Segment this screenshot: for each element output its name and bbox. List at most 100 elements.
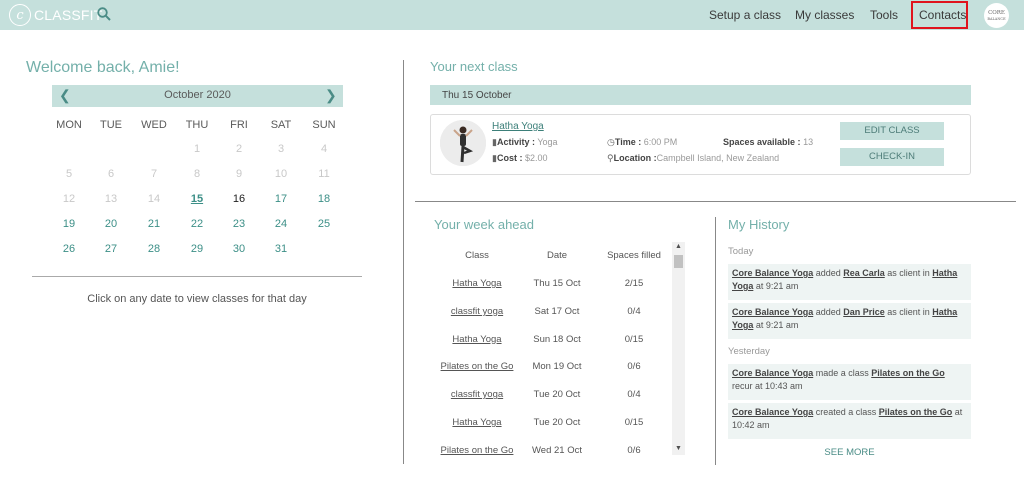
edit-class-button[interactable]: EDIT CLASS	[840, 122, 944, 140]
calendar-day[interactable]: 29	[177, 243, 217, 255]
next-class-date: Thu 15 October	[442, 90, 512, 101]
location-label: Location :	[613, 153, 657, 163]
scrollbar[interactable]	[672, 242, 685, 455]
calendar-day[interactable]: 23	[219, 218, 259, 230]
logo-icon: c	[9, 4, 31, 26]
calendar-day[interactable]: 28	[134, 243, 174, 255]
avatar[interactable]: CORE BALANCE	[984, 3, 1009, 28]
history-item: Core Balance Yoga added Dan Price as cli…	[728, 303, 971, 339]
history-object-link[interactable]: Dan Price	[843, 307, 885, 317]
nav-tools[interactable]: Tools	[870, 8, 898, 22]
time-meta: ◷Time : 6:00 PM	[607, 137, 677, 148]
week-class-link[interactable]: Pilates on the Go	[432, 445, 522, 456]
location-meta: ⚲Location :Campbell Island, New Zealand	[607, 153, 779, 164]
week-ahead-title: Your week ahead	[434, 217, 534, 232]
calendar-day[interactable]: 26	[49, 243, 89, 255]
see-more-link[interactable]: SEE MORE	[728, 447, 971, 458]
calendar-day: 14	[147, 193, 161, 205]
scroll-up-icon[interactable]: ▲	[672, 243, 685, 250]
history-actor-link[interactable]: Core Balance Yoga	[732, 307, 813, 317]
calendar-day[interactable]: 18	[304, 193, 344, 205]
week-spaces: 0/4	[627, 305, 641, 317]
history-object-link[interactable]: Pilates on the Go	[871, 368, 945, 378]
next-class-date-bar: Thu 15 October	[430, 85, 971, 105]
calendar-dow-sun: SUN	[312, 119, 336, 131]
chevron-right-icon[interactable]: ❯	[325, 87, 337, 104]
week-spaces: 0/6	[627, 361, 641, 373]
history-text: recur at 10:43 am	[732, 381, 803, 391]
week-spaces: 0/15	[624, 417, 644, 428]
history-item: Core Balance Yoga created a class Pilate…	[728, 403, 971, 439]
spaces-label: Spaces available :	[723, 137, 801, 147]
calendar-day[interactable]: 21	[134, 218, 174, 230]
top-bar: c CLASSFIT Setup a class My classes Tool…	[0, 0, 1024, 30]
scrollbar-thumb[interactable]	[674, 255, 683, 268]
calendar-day[interactable]: 27	[91, 243, 131, 255]
divider	[715, 217, 716, 465]
week-class-link[interactable]: Hatha Yoga	[432, 278, 522, 289]
welcome-heading: Welcome back, Amie!	[26, 59, 180, 76]
cost-label: Cost :	[496, 153, 523, 163]
history-actor-link[interactable]: Core Balance Yoga	[732, 268, 813, 278]
calendar-dow-wed: WED	[141, 119, 167, 131]
calendar-day[interactable]: 16	[219, 193, 259, 205]
calendar-day[interactable]: 19	[49, 218, 89, 230]
history-actor-link[interactable]: Core Balance Yoga	[732, 368, 813, 378]
history-text: as client in	[884, 307, 933, 317]
week-class-link[interactable]: Pilates on the Go	[432, 361, 522, 372]
calendar-day[interactable]: 15	[177, 193, 217, 205]
nav-my-classes[interactable]: My classes	[795, 8, 854, 22]
next-class-title: Your next class	[430, 59, 518, 74]
history-text: added	[813, 268, 844, 278]
cost-value: $2.00	[524, 153, 548, 163]
app-name: CLASSFIT	[34, 7, 103, 23]
week-class-link[interactable]: classfit yoga	[432, 389, 522, 400]
calendar-hint: Click on any date to view classes for th…	[87, 293, 307, 305]
divider	[403, 60, 404, 464]
check-in-button[interactable]: CHECK-IN	[840, 148, 944, 166]
week-spaces: 2/15	[624, 278, 644, 289]
calendar-dow-thu: THU	[185, 119, 209, 131]
history-group-today: Today	[728, 246, 754, 257]
calendar-day[interactable]: 31	[261, 243, 301, 255]
time-value: 6:00 PM	[643, 137, 678, 147]
history-actor-link[interactable]: Core Balance Yoga	[732, 407, 813, 417]
calendar-dow-tue: TUE	[100, 119, 122, 131]
calendar-day: 1	[193, 143, 201, 155]
avatar-text-bottom: BALANCE	[987, 16, 1006, 21]
history-text: made a class	[813, 368, 872, 378]
column-header-class: Class	[465, 250, 489, 261]
calendar-day: 13	[104, 193, 118, 205]
week-class-link[interactable]: Hatha Yoga	[432, 417, 522, 428]
calendar-day[interactable]: 20	[91, 218, 131, 230]
nav-contacts[interactable]: Contacts	[919, 8, 966, 22]
yoga-figure-icon	[440, 120, 486, 166]
calendar-day[interactable]: 30	[219, 243, 259, 255]
column-header-spaces: Spaces filled	[607, 250, 661, 261]
location-value: Campbell Island, New Zealand	[656, 153, 780, 163]
app-logo[interactable]: c CLASSFIT	[9, 4, 103, 26]
calendar-day: 11	[318, 168, 330, 180]
history-object-link[interactable]: Pilates on the Go	[879, 407, 953, 417]
calendar-day[interactable]: 24	[261, 218, 301, 230]
week-spaces: 0/15	[624, 333, 644, 345]
search-icon[interactable]	[97, 7, 111, 21]
week-class-link[interactable]: Hatha Yoga	[432, 334, 522, 345]
next-class-name-link[interactable]: Hatha Yoga	[492, 121, 544, 132]
calendar-dow-mon: MON	[56, 119, 82, 131]
week-class-link[interactable]: classfit yoga	[432, 306, 522, 317]
week-spaces: 0/4	[627, 389, 641, 401]
activity-label: Activity :	[496, 137, 535, 147]
clock-icon: ◷	[607, 137, 615, 147]
nav-setup-class[interactable]: Setup a class	[709, 8, 781, 22]
calendar-day[interactable]: 25	[304, 218, 344, 230]
divider	[415, 201, 1016, 202]
calendar-day[interactable]: 22	[177, 218, 217, 230]
history-text: added	[813, 307, 844, 317]
spaces-meta: Spaces available : 13	[723, 137, 813, 147]
history-object-link[interactable]: Rea Carla	[843, 268, 885, 278]
cost-meta: ▮Cost : $2.00	[492, 153, 548, 164]
history-text: at 9:21 am	[753, 281, 799, 291]
scroll-down-icon[interactable]: ▼	[672, 445, 685, 452]
calendar-day[interactable]: 17	[261, 193, 301, 205]
